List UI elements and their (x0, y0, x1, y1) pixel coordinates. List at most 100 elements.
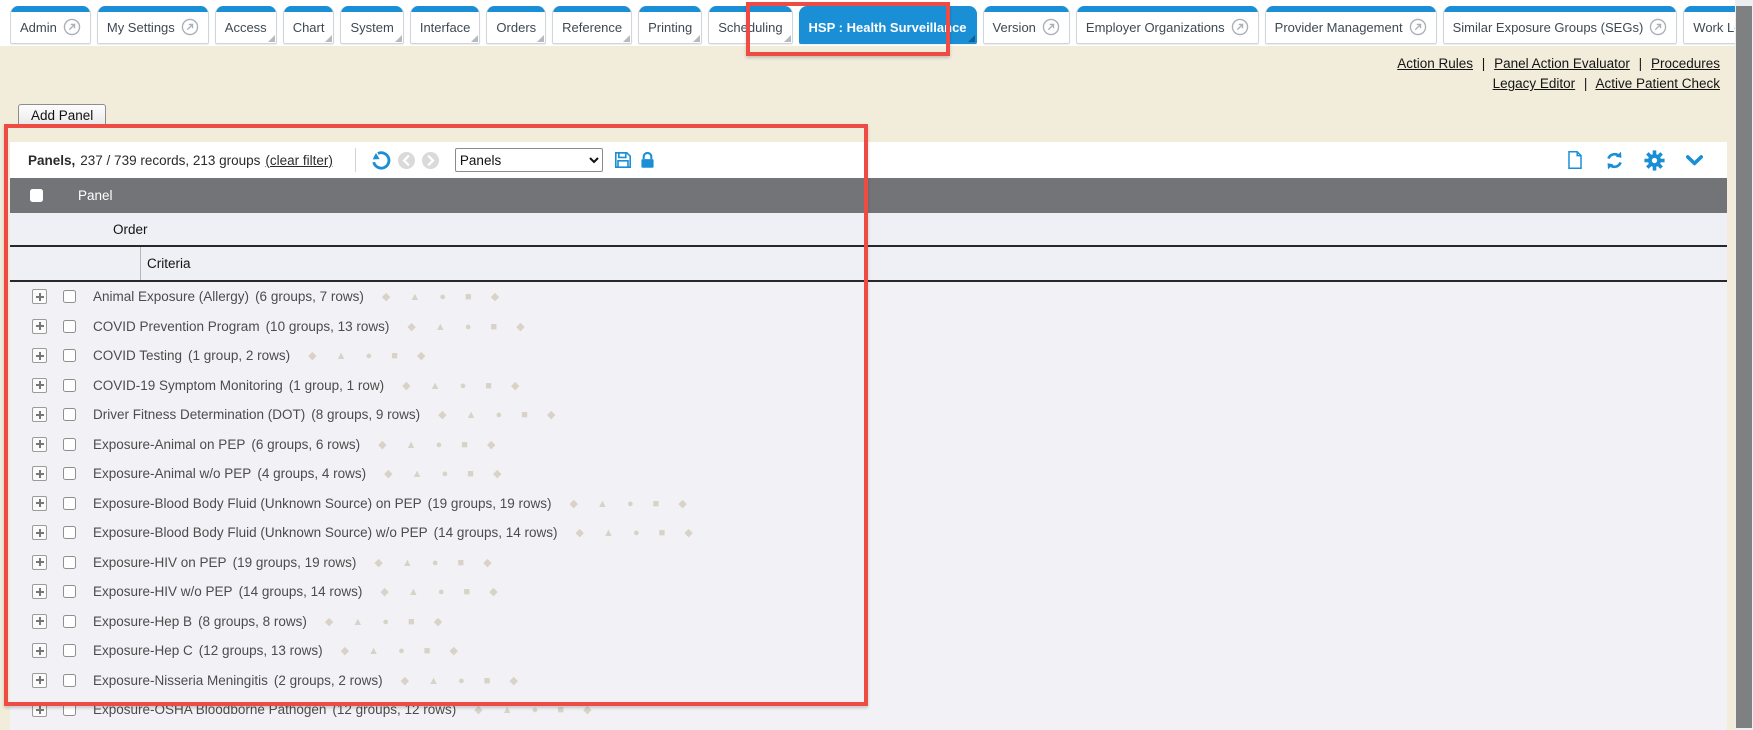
tab-reference[interactable]: Reference (552, 6, 632, 44)
tab-provider-management[interactable]: Provider Management (1265, 6, 1437, 44)
row-checkbox[interactable] (63, 644, 76, 657)
expand-row-icon[interactable] (32, 525, 47, 540)
open-external-icon[interactable] (1649, 18, 1667, 36)
gear-icon[interactable] (1644, 150, 1665, 171)
table-row[interactable]: Exposure-HIV w/o PEP (14 groups, 14 rows… (10, 577, 1727, 607)
row-checkbox[interactable] (63, 290, 76, 303)
row-checkbox[interactable] (63, 349, 76, 362)
table-row[interactable]: Exposure-Animal on PEP (6 groups, 6 rows… (10, 430, 1727, 460)
column-header-panel: Panel (10, 178, 1727, 213)
expand-row-icon[interactable] (32, 348, 47, 363)
table-row[interactable]: Exposure-Hep C (12 groups, 13 rows) (10, 636, 1727, 666)
tab-orders[interactable]: Orders (486, 6, 546, 44)
lock-icon[interactable] (638, 151, 657, 170)
tab-system[interactable]: System (340, 6, 403, 44)
tab-chart[interactable]: Chart (283, 6, 335, 44)
clear-filter-link[interactable]: (clear filter) (265, 153, 333, 168)
panel-group-count: (14 groups, 14 rows) (239, 584, 363, 599)
panel-name: Exposure-OSHA Bloodborne Pathogen (93, 702, 326, 717)
tab-employer-organizations[interactable]: Employer Organizations (1076, 6, 1259, 44)
header-link[interactable]: Active Patient Check (1595, 76, 1720, 91)
table-row[interactable]: Exposure-OSHA Bloodborne Pathogen (12 gr… (10, 695, 1727, 725)
panel-name: Exposure-Nisseria Meningitis (93, 673, 268, 688)
row-checkbox[interactable] (63, 674, 76, 687)
tab-label: Similar Exposure Groups (SEGs) (1453, 20, 1644, 35)
new-record-icon[interactable] (1565, 150, 1585, 170)
scrollbar-thumb[interactable] (1736, 6, 1752, 728)
panel-name: COVID-19 Symptom Monitoring (93, 378, 283, 393)
save-icon[interactable] (613, 150, 633, 170)
row-checkbox[interactable] (63, 320, 76, 333)
tab-scheduling[interactable]: Scheduling (708, 6, 792, 44)
row-checkbox[interactable] (63, 585, 76, 598)
tab-version[interactable]: Version (983, 6, 1070, 44)
expand-row-icon[interactable] (32, 319, 47, 334)
row-checkbox[interactable] (63, 615, 76, 628)
row-action-ghost-icons (569, 497, 694, 510)
row-action-ghost-icons (325, 615, 450, 628)
table-row[interactable]: Exposure-Blood Body Fluid (Unknown Sourc… (10, 518, 1727, 548)
expand-row-icon[interactable] (32, 673, 47, 688)
expand-row-icon[interactable] (32, 407, 47, 422)
vertical-scrollbar[interactable] (1735, 0, 1753, 730)
table-row[interactable]: Exposure-HIV on PEP (19 groups, 19 rows) (10, 548, 1727, 578)
expand-row-icon[interactable] (32, 378, 47, 393)
open-external-icon[interactable] (1231, 18, 1249, 36)
table-row[interactable]: COVID Prevention Program (10 groups, 13 … (10, 312, 1727, 342)
table-row[interactable]: COVID Testing (1 group, 2 rows) (10, 341, 1727, 371)
header-link[interactable]: Legacy Editor (1493, 76, 1576, 91)
table-row[interactable]: COVID-19 Symptom Monitoring (1 group, 1 … (10, 371, 1727, 401)
row-checkbox[interactable] (63, 556, 76, 569)
panel-group-count: (12 groups, 13 rows) (199, 643, 323, 658)
tab-interface[interactable]: Interface (410, 6, 481, 44)
tab-similar-exposure-groups-segs[interactable]: Similar Exposure Groups (SEGs) (1443, 6, 1678, 44)
expand-row-icon[interactable] (32, 466, 47, 481)
table-row[interactable]: Driver Fitness Determination (DOT) (8 gr… (10, 400, 1727, 430)
header-link[interactable]: Panel Action Evaluator (1494, 56, 1630, 71)
add-panel-button[interactable]: Add Panel (18, 104, 106, 127)
row-checkbox[interactable] (63, 703, 76, 716)
header-link[interactable]: Action Rules (1397, 56, 1473, 71)
table-row[interactable]: Exposure-Hep B (8 groups, 8 rows) (10, 607, 1727, 637)
table-row[interactable]: Exposure-Nisseria Meningitis (2 groups, … (10, 666, 1727, 696)
row-checkbox[interactable] (63, 408, 76, 421)
view-select[interactable]: Panels (455, 148, 603, 172)
open-external-icon[interactable] (181, 18, 199, 36)
panel-group-count: (8 groups, 8 rows) (198, 614, 307, 629)
table-row[interactable]: Exposure-Blood Body Fluid (Unknown Sourc… (10, 489, 1727, 519)
panel-name: Animal Exposure (Allergy) (93, 289, 249, 304)
next-icon[interactable] (421, 151, 440, 170)
expand-row-icon[interactable] (32, 437, 47, 452)
table-row[interactable]: Exposure-Animal w/o PEP (4 groups, 4 row… (10, 459, 1727, 489)
expand-row-icon[interactable] (32, 289, 47, 304)
expand-row-icon[interactable] (32, 702, 47, 717)
row-checkbox[interactable] (63, 526, 76, 539)
previous-icon[interactable] (397, 151, 416, 170)
criteria-column-label: Criteria (147, 256, 191, 271)
expand-row-icon[interactable] (32, 584, 47, 599)
open-external-icon[interactable] (1042, 18, 1060, 36)
grid-toolbar-right (1565, 142, 1710, 178)
tab-admin[interactable]: Admin (10, 6, 91, 44)
expand-row-icon[interactable] (32, 643, 47, 658)
tab-hsp-health-surveillance[interactable]: HSP : Health Surveillance (799, 6, 977, 44)
refresh-icon[interactable] (1604, 150, 1625, 171)
expand-row-icon[interactable] (32, 555, 47, 570)
tab-access[interactable]: Access (215, 6, 277, 44)
expand-row-icon[interactable] (32, 496, 47, 511)
open-external-icon[interactable] (1409, 18, 1427, 36)
collapse-panel-icon[interactable] (1684, 150, 1705, 171)
tab-work-locatio[interactable]: Work Locatio (1683, 6, 1735, 44)
row-checkbox[interactable] (63, 438, 76, 451)
row-checkbox[interactable] (63, 379, 76, 392)
expand-row-icon[interactable] (32, 614, 47, 629)
undo-icon[interactable] (370, 149, 392, 171)
open-external-icon[interactable] (63, 18, 81, 36)
row-checkbox[interactable] (63, 497, 76, 510)
tab-printing[interactable]: Printing (638, 6, 702, 44)
header-link[interactable]: Procedures (1651, 56, 1720, 71)
row-checkbox[interactable] (63, 467, 76, 480)
tab-my-settings[interactable]: My Settings (97, 6, 209, 44)
table-row[interactable]: Animal Exposure (Allergy) (6 groups, 7 r… (10, 282, 1727, 312)
select-all-checkbox[interactable] (30, 189, 43, 202)
